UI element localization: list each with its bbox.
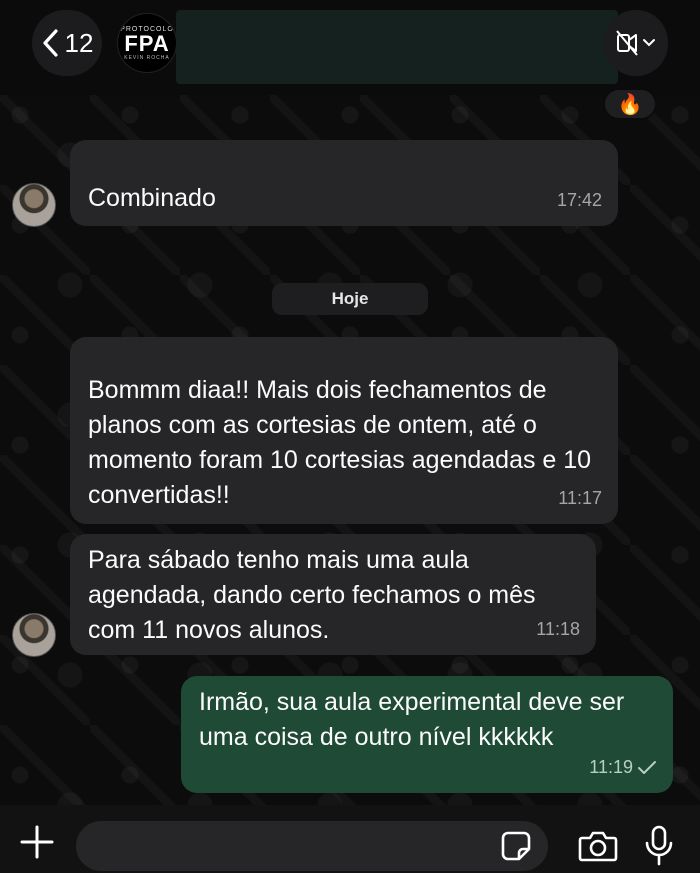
sent-check-icon [638, 760, 656, 774]
call-button[interactable] [604, 10, 668, 76]
message-bubble-outgoing[interactable]: Irmão, sua aula experimental deve ser um… [181, 676, 673, 793]
avatar-logo-text: FPA [124, 30, 170, 56]
message-text: Para sábado tenho mais uma aula agendada… [88, 546, 536, 644]
video-call-icon [616, 30, 638, 56]
sender-avatar[interactable] [12, 613, 56, 657]
message-bubble[interactable]: Combinado 17:42 [70, 140, 618, 226]
sender-avatar[interactable] [12, 183, 56, 227]
message-bubble[interactable]: Para sábado tenho mais uma aula agendada… [70, 534, 596, 655]
message-time-row: 11:19 [589, 750, 657, 785]
message-bubble[interactable]: Bommm diaa!! Mais dois fechamentos de pl… [70, 337, 618, 524]
back-button[interactable]: 12 [32, 10, 102, 76]
group-avatar[interactable]: PROTOCOLO FPA KEVIN ROCHA [117, 13, 177, 73]
chat-header: 12 PROTOCOLO FPA KEVIN ROCHA [0, 0, 700, 95]
message-time: 17:42 [556, 190, 602, 210]
unread-count: 12 [64, 27, 94, 58]
camera-icon[interactable] [578, 829, 618, 863]
message-input[interactable] [76, 821, 548, 871]
sticker-icon[interactable] [500, 830, 532, 862]
plus-icon[interactable] [20, 825, 54, 859]
message-text: Irmão, sua aula experimental deve ser um… [199, 688, 625, 751]
avatar-bottom-text: KEVIN ROCHA [124, 54, 170, 61]
message-time: 11:19 [589, 757, 633, 777]
microphone-icon[interactable] [644, 825, 674, 867]
chat-title-redacted[interactable] [176, 10, 618, 84]
date-separator: Hoje [272, 283, 428, 315]
chevron-left-icon [42, 29, 58, 57]
message-time: 11:18 [536, 619, 580, 639]
reaction-badge[interactable]: 🔥 [603, 88, 657, 120]
chevron-down-icon [643, 39, 655, 47]
message-time: 11:17 [558, 488, 602, 508]
message-composer [0, 805, 700, 873]
message-text: Combinado [88, 184, 216, 212]
message-text: Bommm diaa!! Mais dois fechamentos de pl… [88, 376, 592, 509]
